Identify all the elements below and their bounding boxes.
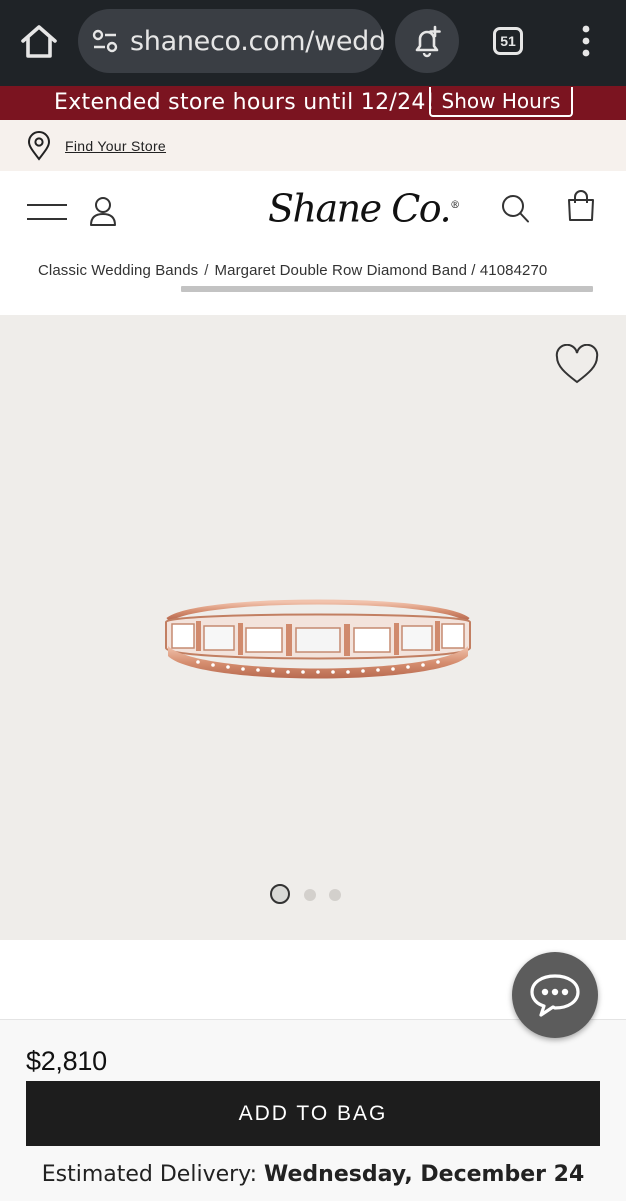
- registered-mark: ®: [450, 200, 461, 211]
- shane-co-logo[interactable]: Shane Co.®: [268, 181, 460, 231]
- url-text: shaneco.com/weddi: [130, 25, 384, 57]
- breadcrumb-scrollbar[interactable]: [181, 286, 593, 292]
- promo-text: Extended store hours until 12/24!: [54, 90, 435, 115]
- tab-switcher-icon[interactable]: 51: [493, 27, 523, 55]
- site-header: Shane Co.®: [0, 171, 626, 249]
- carousel-indicators: [270, 884, 350, 908]
- search-icon[interactable]: [500, 193, 530, 225]
- store-locator-bar: Find Your Store: [0, 120, 626, 171]
- find-your-store-link[interactable]: Find Your Store: [65, 138, 166, 154]
- add-notification-button[interactable]: [395, 9, 459, 73]
- product-price: $2,810: [26, 1046, 107, 1076]
- breadcrumb: Classic Wedding Bands / Margaret Double Ro…: [38, 262, 547, 279]
- browser-toolbar: shaneco.com/weddi 51: [0, 0, 626, 86]
- location-pin-icon: [27, 130, 51, 161]
- heart-icon[interactable]: [554, 344, 600, 386]
- promo-banner: Extended store hours until 12/24! Show H…: [0, 86, 626, 120]
- user-icon[interactable]: [88, 195, 118, 227]
- home-icon[interactable]: [18, 22, 60, 62]
- product-image-ring: [165, 599, 471, 679]
- carousel-dot-1[interactable]: [270, 884, 290, 904]
- add-to-bag-button[interactable]: ADD TO BAG: [26, 1081, 600, 1146]
- more-options-icon[interactable]: [578, 24, 594, 58]
- chat-icon: [530, 974, 580, 1017]
- address-bar[interactable]: shaneco.com/weddi: [78, 9, 384, 73]
- shopping-bag-icon[interactable]: [565, 189, 597, 223]
- delivery-date: Wednesday, December 24: [264, 1162, 585, 1187]
- breadcrumb-item-current: Margaret Double Row Diamond Band / 41084…: [214, 262, 548, 279]
- add-notification-icon: [415, 25, 441, 58]
- chat-button[interactable]: [512, 952, 598, 1038]
- carousel-dot-2[interactable]: [304, 889, 316, 901]
- breadcrumb-item-classic-wedding-bands[interactable]: Classic Wedding Bands: [38, 262, 198, 279]
- show-hours-button[interactable]: Show Hours: [429, 87, 573, 117]
- hamburger-menu-icon[interactable]: [26, 201, 68, 223]
- delivery-label: Estimated Delivery:: [41, 1162, 257, 1187]
- site-settings-icon[interactable]: [90, 26, 120, 56]
- carousel-dot-3[interactable]: [329, 889, 341, 901]
- estimated-delivery: Estimated Delivery: Wednesday, December …: [0, 1162, 626, 1187]
- breadcrumb-separator: /: [204, 262, 209, 279]
